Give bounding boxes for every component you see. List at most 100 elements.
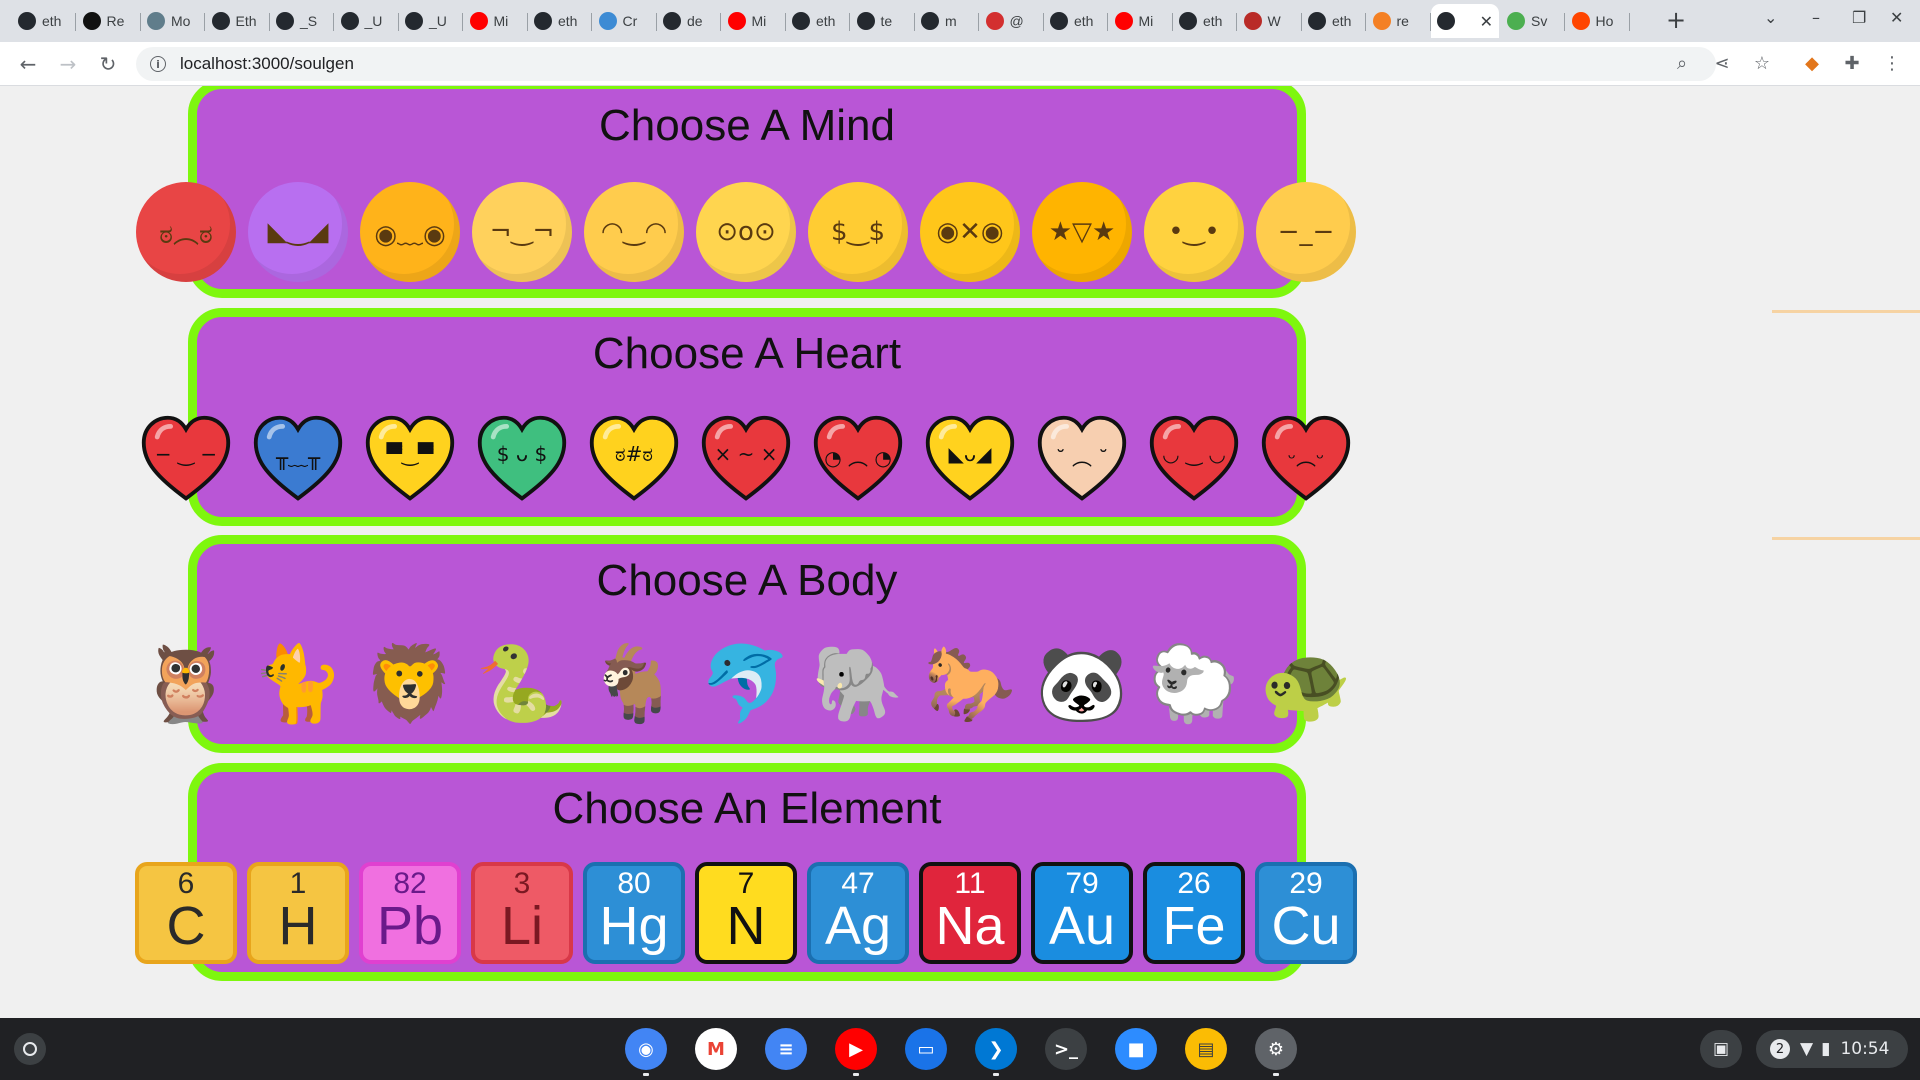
screen-capture-button[interactable]: ▣ xyxy=(1700,1030,1742,1068)
option-smiling-face[interactable]: •‿• xyxy=(1142,180,1246,284)
browser-tab[interactable]: eth xyxy=(786,4,850,38)
zoom-icon[interactable]: ■ xyxy=(1115,1028,1157,1070)
status-tray[interactable]: 2 ▼ ▮ 10:54 xyxy=(1756,1030,1908,1068)
browser-tab[interactable]: Mi xyxy=(722,4,786,38)
browser-tab[interactable]: Re xyxy=(77,4,141,38)
youtube-icon[interactable]: ▶ xyxy=(835,1028,877,1076)
option-astonished-face[interactable]: ⊙o⊙ xyxy=(694,180,798,284)
option-pleading-face[interactable]: ◉﹏◉ xyxy=(358,180,462,284)
browser-tab[interactable]: m xyxy=(915,4,979,38)
browser-tab[interactable]: eth xyxy=(528,4,592,38)
browser-tab[interactable]: Mi xyxy=(464,4,528,38)
vscode-icon[interactable]: ❯ xyxy=(975,1028,1017,1076)
option-dolphin[interactable]: 🐬 xyxy=(694,632,798,736)
option-crying-heart[interactable]: ╥﹏╥ xyxy=(246,408,350,512)
browser-tab[interactable]: Ho xyxy=(1566,4,1630,38)
option-sodium[interactable]: 11 Na xyxy=(918,861,1022,965)
browser-tab[interactable]: Mo xyxy=(141,4,205,38)
gmail-icon[interactable]: M xyxy=(695,1028,737,1070)
option-content-heart[interactable]: ◡ ‿ ◡ xyxy=(1142,408,1246,512)
option-goat[interactable]: 🐐 xyxy=(582,632,686,736)
option-thinking-face[interactable]: ¬‿¬ xyxy=(470,180,574,284)
option-money-mouth-face[interactable]: $‿$ xyxy=(806,180,910,284)
zoom-icon[interactable]: ⌕ xyxy=(1670,52,1694,76)
option-sheep[interactable]: 🐑 xyxy=(1142,632,1246,736)
browser-tab[interactable]: Eth xyxy=(206,4,270,38)
option-pensive-face[interactable]: −_− xyxy=(1254,180,1358,284)
browser-tab[interactable]: @ xyxy=(980,4,1044,38)
option-iron[interactable]: 26 Fe xyxy=(1142,861,1246,965)
chrome-icon[interactable]: ◉ xyxy=(625,1028,667,1076)
new-tab-button[interactable]: + xyxy=(1662,6,1690,34)
option-silver[interactable]: 47 Ag xyxy=(806,861,910,965)
restore-icon[interactable]: ❐ xyxy=(1852,8,1866,27)
browser-tab[interactable]: _U xyxy=(399,4,463,38)
option-neutral-heart[interactable]: − ‿ − xyxy=(134,408,238,512)
bookmark-star-icon[interactable]: ☆ xyxy=(1750,52,1774,76)
browser-tab[interactable]: eth xyxy=(1044,4,1108,38)
option-dizzy-heart[interactable]: × ~ × xyxy=(694,408,798,512)
browser-tab[interactable]: _U xyxy=(335,4,399,38)
browser-tab[interactable]: eth xyxy=(1173,4,1237,38)
option-lion[interactable]: 🦁 xyxy=(358,632,462,736)
option-sick-heart[interactable]: ˘ ︵ ˘ xyxy=(1030,408,1134,512)
settings-icon[interactable]: ⚙ xyxy=(1255,1028,1297,1076)
option-smiling-devil-face[interactable]: ◣‿◢ xyxy=(246,180,350,284)
option-panda[interactable]: 🐼 xyxy=(1030,632,1134,736)
option-owl[interactable]: 🦉 xyxy=(134,632,238,736)
metamask-fox-icon[interactable]: ◆ xyxy=(1800,52,1824,76)
option-devil-heart[interactable]: ◣ᴗ◢ xyxy=(918,408,1022,512)
minimize-icon[interactable]: – xyxy=(1812,8,1820,27)
browser-tab[interactable]: eth xyxy=(12,4,76,38)
option-cool-heart[interactable]: ▀̿‿▀̿ xyxy=(358,408,462,512)
option-angry-face[interactable]: ಠ︵ಠ xyxy=(134,180,238,284)
browser-tab[interactable]: _S xyxy=(270,4,334,38)
option-panther[interactable]: 🐈 xyxy=(246,632,350,736)
back-icon[interactable]: ← xyxy=(14,50,42,78)
option-nitrogen[interactable]: 7N xyxy=(694,861,798,965)
browser-tab[interactable]: re xyxy=(1367,4,1431,38)
browser-tab[interactable]: ✕ xyxy=(1431,4,1499,38)
option-copper[interactable]: 29 Cu xyxy=(1254,861,1358,965)
site-info-icon[interactable]: i xyxy=(150,56,166,72)
forward-icon[interactable]: → xyxy=(54,50,82,78)
browser-tab[interactable]: te xyxy=(851,4,915,38)
option-lithium[interactable]: 3 Li xyxy=(470,861,574,965)
option-zipped-eyes-face[interactable]: ◉✕◉ xyxy=(918,180,1022,284)
launcher-button[interactable] xyxy=(14,1033,46,1065)
option-elephant[interactable]: 🐘 xyxy=(806,632,910,736)
share-icon[interactable]: ⋖ xyxy=(1710,52,1734,76)
terminal-icon[interactable]: >_ xyxy=(1045,1028,1087,1070)
close-window-icon[interactable]: ✕ xyxy=(1890,8,1903,27)
files-icon[interactable]: ▭ xyxy=(905,1028,947,1070)
option-confused-heart[interactable]: ◔ ︵ ◔ xyxy=(806,408,910,512)
tab-search-icon[interactable]: ⌄ xyxy=(1764,8,1777,27)
option-snake[interactable]: 🐍 xyxy=(470,632,574,736)
option-lead[interactable]: 82 Pb xyxy=(358,861,462,965)
option-zipped-heart[interactable]: ಠ#ಠ xyxy=(582,408,686,512)
browser-tab[interactable]: eth xyxy=(1302,4,1366,38)
option-smirking-face[interactable]: ◠‿◠ xyxy=(582,180,686,284)
browser-tab[interactable]: Sv xyxy=(1501,4,1565,38)
url-text[interactable]: localhost:3000/soulgen xyxy=(180,54,354,74)
browser-tab[interactable]: de xyxy=(657,4,721,38)
browser-tab[interactable]: W xyxy=(1238,4,1302,38)
notes-icon[interactable]: ▤ xyxy=(1185,1028,1227,1070)
option-horse[interactable]: 🐎 xyxy=(918,632,1022,736)
option-star-struck-face[interactable]: ★▽★ xyxy=(1030,180,1134,284)
option-turtle[interactable]: 🐢 xyxy=(1254,632,1358,736)
option-gold[interactable]: 79 Au xyxy=(1030,861,1134,965)
option-stormy-heart[interactable]: ᵕ︵ᵕ xyxy=(1254,408,1358,512)
option-carbon[interactable]: 6C xyxy=(134,861,238,965)
docs-icon[interactable]: ≡ xyxy=(765,1028,807,1070)
address-bar[interactable]: i localhost:3000/soulgen xyxy=(136,47,1716,81)
option-mercury[interactable]: 80 Hg xyxy=(582,861,686,965)
browser-tab[interactable]: Mi xyxy=(1109,4,1173,38)
option-hydrogen[interactable]: 1H xyxy=(246,861,350,965)
kebab-menu-icon[interactable]: ⋮ xyxy=(1880,52,1904,76)
close-tab-icon[interactable]: ✕ xyxy=(1480,12,1493,31)
extensions-puzzle-icon[interactable]: ✚ xyxy=(1840,52,1864,76)
browser-tab[interactable]: Cr xyxy=(593,4,657,38)
option-money-heart[interactable]: $ ᴗ $ xyxy=(470,408,574,512)
reload-icon[interactable]: ↻ xyxy=(94,50,122,78)
